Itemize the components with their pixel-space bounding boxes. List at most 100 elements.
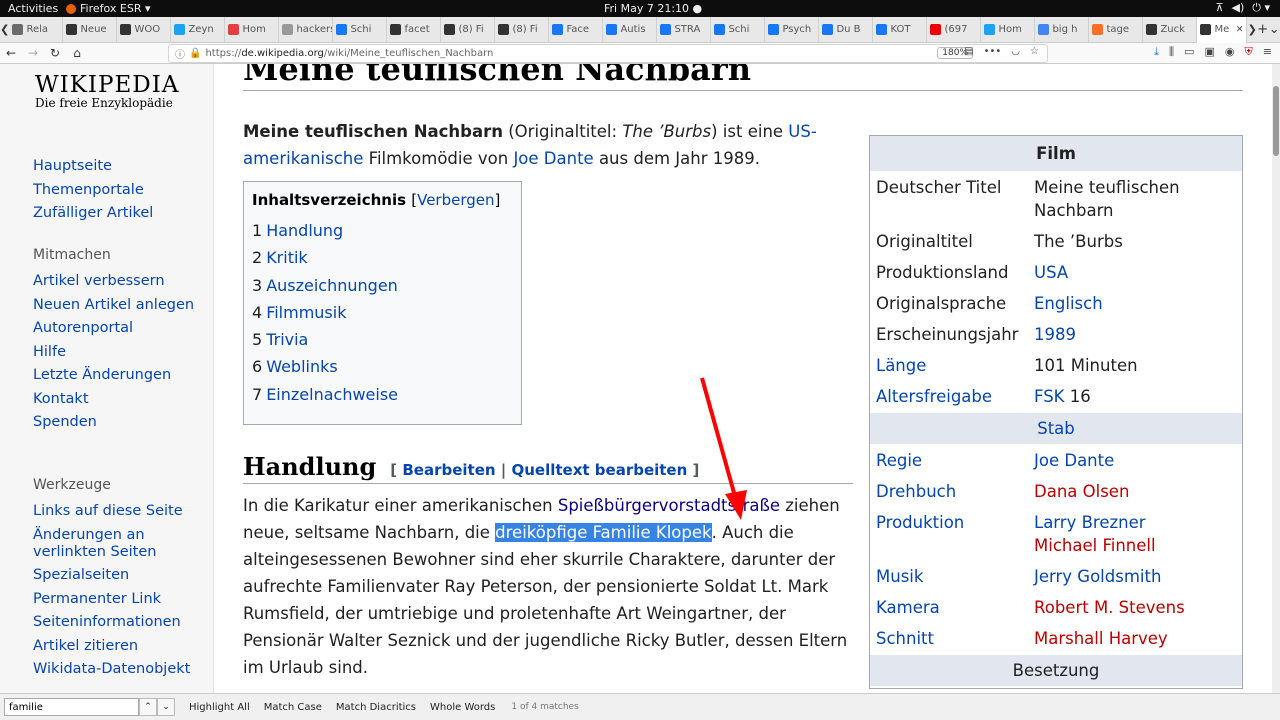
sidebar-link[interactable]: Hauptseite [33, 158, 153, 175]
pocket-icon[interactable]: ◡ [1011, 46, 1020, 57]
reload-button[interactable]: ↻ [44, 46, 66, 60]
url-bar[interactable]: ⓘ 🔒 https://de.wikipedia.org/wiki/Meine_… [168, 44, 1048, 63]
extension-icon[interactable]: ⛨ [1245, 45, 1253, 59]
person-link[interactable]: Larry Brezner [1034, 511, 1236, 534]
tab-16[interactable]: KOT [873, 16, 928, 43]
infobox-key-link[interactable]: Altersfreigabe [876, 387, 992, 406]
tab-1[interactable]: Neue [63, 16, 118, 43]
tab-3[interactable]: Zeyn [171, 16, 226, 43]
tab-18[interactable]: Hom [981, 16, 1036, 43]
sidebar-link[interactable]: Kontakt [33, 391, 194, 408]
match-case-option[interactable]: Match Case [264, 702, 322, 713]
person-link[interactable]: Joe Dante [1034, 449, 1236, 472]
sidebar-link[interactable]: Änderungen an verlinkten Seiten [33, 527, 213, 561]
infobox-value-link[interactable]: USA [1034, 263, 1068, 282]
tab-7[interactable]: facet [387, 16, 442, 43]
tab-22[interactable]: Me ✕ [1197, 16, 1248, 43]
tab-12[interactable]: STRA [657, 16, 712, 43]
sidebar-link[interactable]: Spenden [33, 414, 194, 431]
tab-9[interactable]: (8) Fi [495, 16, 550, 43]
forward-button[interactable]: → [22, 46, 44, 60]
toc-link[interactable]: Handlung [266, 221, 343, 240]
sidebar-link[interactable]: Artikel verbessern [33, 273, 194, 290]
toc-link[interactable]: Auszeichnungen [266, 276, 398, 295]
tab-8[interactable]: (8) Fi [441, 16, 496, 43]
infobox-key-link[interactable]: Länge [876, 356, 926, 375]
tab-20[interactable]: tage [1089, 16, 1144, 43]
infobox-key-link[interactable]: Musik [876, 567, 923, 586]
sidebar-link[interactable]: Letzte Änderungen [33, 367, 194, 384]
sidebar-link[interactable]: Links auf diese Seite [33, 503, 213, 520]
match-diacritics-option[interactable]: Match Diacritics [336, 702, 416, 713]
clock[interactable]: Fri May 7 21:10 ● [604, 2, 702, 15]
find-previous-button[interactable]: ⌃ [139, 698, 157, 716]
close-tab-icon[interactable]: ✕ [1236, 25, 1244, 35]
sidebar-link[interactable]: Seiteninformationen [33, 614, 213, 631]
toc-link[interactable]: Kritik [266, 248, 308, 267]
system-tray[interactable]: ⊼ ◀) ⏻ ▾ [1215, 1, 1270, 15]
link-joe-dante[interactable]: Joe Dante [513, 149, 593, 168]
tab-6[interactable]: Schi [333, 16, 388, 43]
sidebar-link[interactable]: Zufälliger Artikel [33, 205, 153, 222]
link-spiessbuergervorstadtstrasse[interactable]: Spießbürgervorstadtstraße [558, 496, 780, 515]
infobox-value-link[interactable]: FSK [1034, 387, 1065, 406]
sidebar-link[interactable]: Artikel zitieren [33, 638, 213, 655]
home-button[interactable]: ⌂ [66, 46, 88, 60]
infobox-key-link[interactable]: Produktion [876, 513, 964, 532]
infobox-key-link[interactable]: Drehbuch [876, 482, 956, 501]
infobox-value-link[interactable]: 1989 [1034, 325, 1076, 344]
person-link[interactable]: Marshall Harvey [1034, 627, 1236, 650]
stab-link[interactable]: Stab [1037, 419, 1075, 438]
sidebar-link[interactable]: Themenportale [33, 182, 153, 199]
sidebar-link[interactable]: Permanenter Link [33, 591, 213, 608]
page-scrollbar[interactable] [1272, 64, 1280, 693]
reader-icon[interactable]: ▣ [1205, 45, 1215, 59]
app-menu[interactable]: Firefox ESR ▾ [66, 2, 151, 15]
toc-link[interactable]: Einzelnachweise [266, 385, 398, 404]
info-icon[interactable]: ⓘ [175, 46, 185, 61]
tab-scroll-right-icon[interactable]: ❯ [1247, 23, 1257, 36]
back-button[interactable]: ← [0, 46, 22, 60]
toc-link[interactable]: Trivia [266, 330, 308, 349]
highlight-all-option[interactable]: Highlight All [189, 702, 250, 713]
sidebar-link[interactable]: Autorenportal [33, 320, 194, 337]
sidebar-link[interactable]: Neuen Artikel anlegen [33, 297, 194, 314]
tab-11[interactable]: Autis [603, 16, 658, 43]
edit-source-link[interactable]: Quelltext bearbeiten [511, 461, 687, 479]
toc-hide-link[interactable]: Verbergen [417, 191, 494, 209]
activities-button[interactable]: Activities [8, 2, 58, 15]
person-link[interactable]: Dana Olsen [1034, 480, 1236, 503]
sidebar-link[interactable]: Spezialseiten [33, 567, 213, 584]
tab-5[interactable]: hackers [279, 16, 334, 43]
tab-13[interactable]: Schi [711, 16, 766, 43]
toc-link[interactable]: Weblinks [266, 357, 338, 376]
tab-21[interactable]: Zuck [1143, 16, 1198, 43]
person-link[interactable]: Jerry Goldsmith [1034, 565, 1236, 588]
reader-view-icon[interactable]: ▤ [964, 46, 973, 57]
tab-2[interactable]: WOO [117, 16, 172, 43]
tab-14[interactable]: Psych [765, 16, 820, 43]
sidebar-link[interactable]: Hilfe [33, 344, 194, 361]
menu-icon[interactable]: ≡ [1263, 45, 1272, 59]
downloads-icon[interactable]: ⤓ [1154, 45, 1159, 59]
toc-link[interactable]: Filmmusik [266, 303, 346, 322]
infobox-key-link[interactable]: Schnitt [876, 629, 934, 648]
infobox-value-link[interactable]: Englisch [1034, 294, 1103, 313]
sidebar-link[interactable]: Wikidata-Datenobjekt [33, 661, 213, 678]
account-icon[interactable]: ◉ [1225, 45, 1235, 59]
tab-10[interactable]: Face [549, 16, 604, 43]
person-link[interactable]: Robert M. Stevens [1034, 596, 1236, 619]
library-icon[interactable]: ⫼ [1169, 45, 1174, 59]
tab-scroll-left-icon[interactable]: ❮ [0, 23, 9, 36]
whole-words-option[interactable]: Whole Words [430, 702, 495, 713]
tab-list-button[interactable]: ⌄ [1268, 22, 1280, 37]
scrollbar-thumb[interactable] [1273, 86, 1279, 156]
new-tab-button[interactable]: + [1257, 22, 1269, 37]
wikipedia-logo[interactable]: WIKIPEDIA Die freie Enzyklopädie [35, 72, 179, 110]
tab-19[interactable]: big h [1035, 16, 1090, 43]
sidebar-toggle-icon[interactable]: ▭ [1184, 45, 1194, 59]
find-input[interactable] [4, 698, 139, 716]
tab-4[interactable]: Hom [225, 16, 280, 43]
find-next-button[interactable]: ⌄ [157, 698, 175, 716]
person-link[interactable]: Michael Finnell [1034, 534, 1236, 557]
